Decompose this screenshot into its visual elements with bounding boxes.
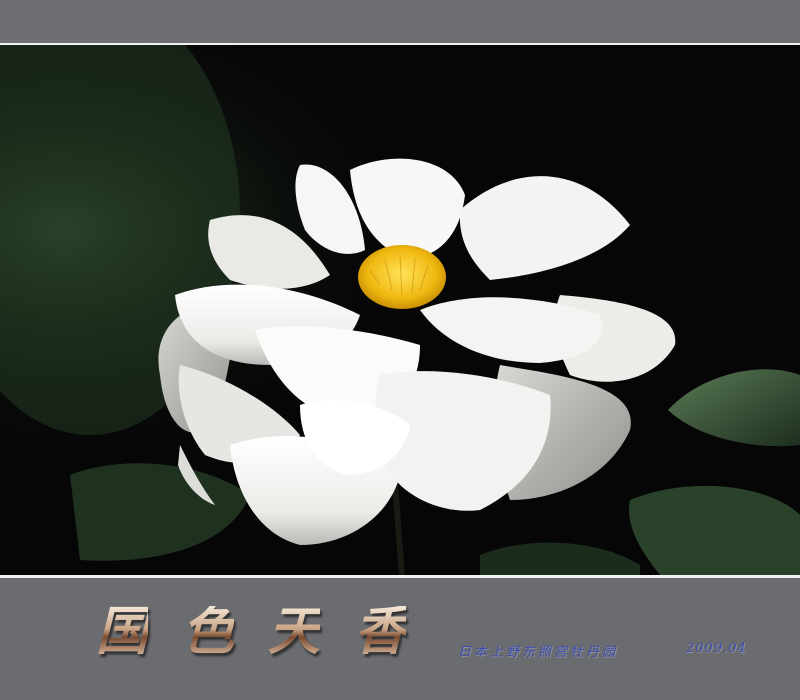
flower-stamen [358, 245, 446, 309]
title-char-1: 国 [96, 601, 149, 662]
title-char-3: 天 [268, 601, 321, 662]
title-char-2: 色 [182, 601, 235, 662]
peony-photo-svg [0, 45, 800, 575]
title-calligraphy: 国 色 天 香 [96, 606, 406, 658]
peony-photograph [0, 45, 800, 575]
title-char-4: 香 [354, 601, 407, 662]
leaf-right-lower [629, 485, 800, 575]
photo-frame: 国 色 天 香 日本上野东照宫牡丹园 2009.04 [0, 0, 800, 700]
date-caption: 2009.04 [686, 641, 747, 656]
top-border-bar [0, 0, 800, 43]
location-caption: 日本上野东照宫牡丹园 [458, 645, 619, 660]
